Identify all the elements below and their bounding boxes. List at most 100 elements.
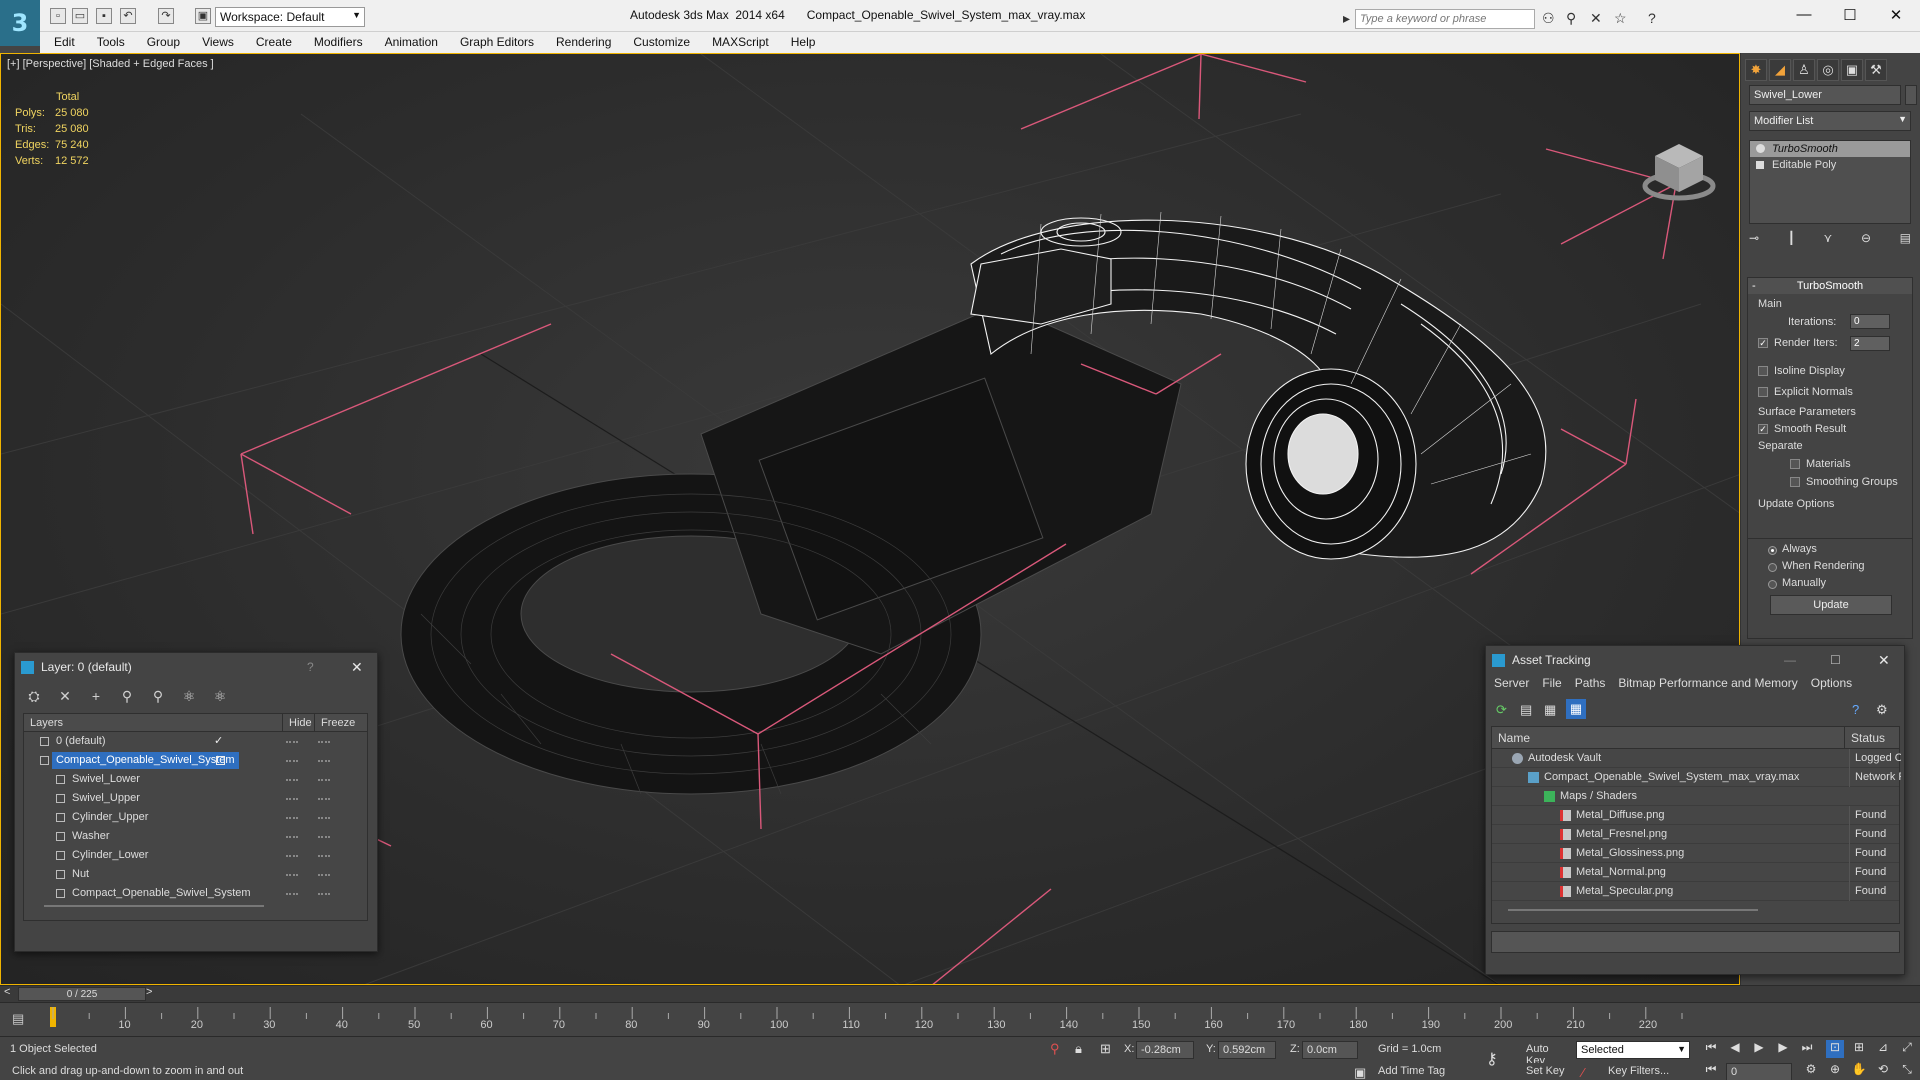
hide-toggle[interactable] xyxy=(286,760,298,762)
make-unique-icon[interactable]: ⋎ xyxy=(1824,231,1833,251)
modify-tab-icon[interactable]: ◢ xyxy=(1769,59,1791,81)
undo-icon[interactable]: ↶ xyxy=(120,8,136,24)
update-button[interactable]: Update xyxy=(1770,595,1892,615)
stack-item-editable-poly[interactable]: Editable Poly xyxy=(1750,157,1910,173)
menu-modifiers[interactable]: Modifiers xyxy=(314,32,363,53)
hide-toggle[interactable] xyxy=(286,874,298,876)
horizontal-scrollbar[interactable] xyxy=(44,905,264,907)
list-view-icon[interactable]: ▤ xyxy=(1520,702,1532,718)
col-freeze[interactable]: Freeze xyxy=(314,714,355,732)
workspace-dropdown[interactable]: Workspace: Default ▼ xyxy=(215,7,365,27)
render-iters-checkbox[interactable]: ✓ xyxy=(1758,338,1768,348)
show-end-result-icon[interactable]: ┃ xyxy=(1788,231,1795,251)
rollout-header[interactable]: - TurboSmooth xyxy=(1748,278,1912,294)
hide-toggle[interactable] xyxy=(286,855,298,857)
menu-help[interactable]: Help xyxy=(791,32,816,53)
create-layer-icon[interactable]: ⛭ xyxy=(23,685,45,707)
menu-customize[interactable]: Customize xyxy=(633,32,690,53)
freeze-toggle[interactable] xyxy=(318,855,330,857)
menu-create[interactable]: Create xyxy=(256,32,292,53)
hide-toggle[interactable] xyxy=(286,798,298,800)
communication-icon[interactable]: ✕ xyxy=(1590,10,1602,27)
configure-sets-icon[interactable]: ▤ xyxy=(1900,231,1911,251)
walk-through-icon[interactable]: ⤡ xyxy=(1898,1062,1916,1080)
modifier-list-dropdown[interactable]: Modifier List ▼ xyxy=(1749,111,1911,131)
key-mode-toggle-icon[interactable]: ⏮ xyxy=(1702,1062,1720,1080)
menu-rendering[interactable]: Rendering xyxy=(556,32,611,53)
hierarchy-tab-icon[interactable]: ♙ xyxy=(1793,59,1815,81)
menu-views[interactable]: Views xyxy=(202,32,234,53)
zoom-extents-icon[interactable]: ⊡ xyxy=(1826,1040,1844,1058)
layer-row[interactable]: 0 (default) ✓ xyxy=(24,732,367,751)
menu-edit[interactable]: Edit xyxy=(54,32,75,53)
col-name[interactable]: Name xyxy=(1498,727,1530,749)
hide-toggle[interactable] xyxy=(286,893,298,895)
hide-toggle[interactable] xyxy=(286,836,298,838)
asset-path-field[interactable] xyxy=(1491,931,1900,953)
z-coordinate-field[interactable]: 0.0cm xyxy=(1302,1041,1358,1059)
lightbulb-icon[interactable] xyxy=(1756,144,1765,153)
materials-checkbox[interactable] xyxy=(1790,459,1800,469)
key-mode-dropdown[interactable]: Selected ▼ xyxy=(1576,1041,1690,1059)
render-iters-spinner[interactable]: 2 xyxy=(1850,336,1890,351)
go-to-end-icon[interactable]: ⏭ xyxy=(1798,1040,1816,1058)
freeze-all-icon[interactable]: ⚛ xyxy=(209,685,231,707)
hide-toggle[interactable] xyxy=(286,741,298,743)
asset-menu-paths[interactable]: Paths xyxy=(1575,676,1606,690)
search-input[interactable]: Type a keyword or phrase xyxy=(1355,9,1535,29)
update-manually-radio[interactable] xyxy=(1768,580,1777,589)
select-objects-icon[interactable]: ⚲ xyxy=(116,685,138,707)
project-folder-icon[interactable]: ▣ xyxy=(195,8,211,24)
col-status[interactable]: Status xyxy=(1844,727,1885,749)
layer-row[interactable]: Washer xyxy=(24,827,367,846)
go-to-start-icon[interactable]: ⏮ xyxy=(1702,1040,1720,1058)
hide-toggle[interactable] xyxy=(286,779,298,781)
next-frame-icon[interactable]: ▶ xyxy=(1774,1040,1792,1058)
time-slider-thumb[interactable]: 0 / 225 xyxy=(18,987,146,1001)
update-always-radio[interactable] xyxy=(1768,546,1777,555)
smoothing-groups-checkbox[interactable] xyxy=(1790,477,1800,487)
x-coordinate-field[interactable]: -0.28cm xyxy=(1136,1041,1194,1059)
freeze-toggle[interactable] xyxy=(318,798,330,800)
help-icon[interactable]: ? xyxy=(307,653,314,681)
isolate-selection-icon[interactable]: ⚲ xyxy=(1050,1041,1060,1057)
absolute-mode-icon[interactable]: ⊞ xyxy=(1100,1041,1111,1057)
vault-settings-icon[interactable]: ⚙ xyxy=(1876,702,1888,718)
layer-row[interactable]: Compact_Openable_Swivel_System xyxy=(24,751,367,770)
freeze-toggle[interactable] xyxy=(318,779,330,781)
time-slider[interactable]: < 0 / 225 > xyxy=(0,985,1920,1002)
orbit-icon[interactable]: ⟲ xyxy=(1874,1062,1892,1080)
add-time-tag[interactable]: Add Time Tag xyxy=(1378,1065,1445,1077)
open-file-icon[interactable]: ▭ xyxy=(72,8,88,24)
maximize-icon[interactable]: ☐ xyxy=(1830,646,1841,674)
freeze-toggle[interactable] xyxy=(318,836,330,838)
zoom-all-icon[interactable]: ⊞ xyxy=(1850,1040,1868,1058)
y-coordinate-field[interactable]: 0.592cm xyxy=(1218,1041,1276,1059)
minimize-icon[interactable]: — xyxy=(1784,646,1796,674)
object-name-field[interactable]: Swivel_Lower xyxy=(1749,85,1901,105)
menu-animation[interactable]: Animation xyxy=(385,32,438,53)
subscription-icon[interactable]: ⚲ xyxy=(1566,10,1576,27)
asset-row[interactable]: Metal_Diffuse.png Found xyxy=(1492,806,1899,825)
play-icon[interactable]: ▶ xyxy=(1750,1040,1768,1058)
close-icon[interactable]: ✕ xyxy=(1878,646,1890,674)
redo-icon[interactable]: ↷ xyxy=(158,8,174,24)
vault-help-icon[interactable]: ? xyxy=(1852,702,1859,717)
layer-row[interactable]: Nut xyxy=(24,865,367,884)
info-center-arrow-icon[interactable]: ▸ xyxy=(1343,10,1350,27)
col-hide[interactable]: Hide xyxy=(282,714,312,732)
asset-row[interactable]: Metal_Normal.png Found xyxy=(1492,863,1899,882)
hide-all-icon[interactable]: ⚛ xyxy=(178,685,200,707)
viewcube-icon[interactable] xyxy=(1641,134,1717,210)
asset-menu-server[interactable]: Server xyxy=(1494,676,1529,690)
zoom-region-icon[interactable]: ⊕ xyxy=(1826,1062,1844,1080)
key-filters-button[interactable]: Key Filters... xyxy=(1604,1063,1692,1080)
prev-frame-icon[interactable]: < xyxy=(4,986,10,998)
asset-row[interactable]: Maps / Shaders xyxy=(1492,787,1899,806)
add-to-layer-icon[interactable]: + xyxy=(85,685,107,707)
save-file-icon[interactable]: ▪ xyxy=(96,8,112,24)
layer-row[interactable]: Cylinder_Upper xyxy=(24,808,367,827)
active-layer-check-icon[interactable]: ✓ xyxy=(214,732,223,751)
new-file-icon[interactable]: ▫ xyxy=(50,8,66,24)
layer-row[interactable]: Swivel_Upper xyxy=(24,789,367,808)
